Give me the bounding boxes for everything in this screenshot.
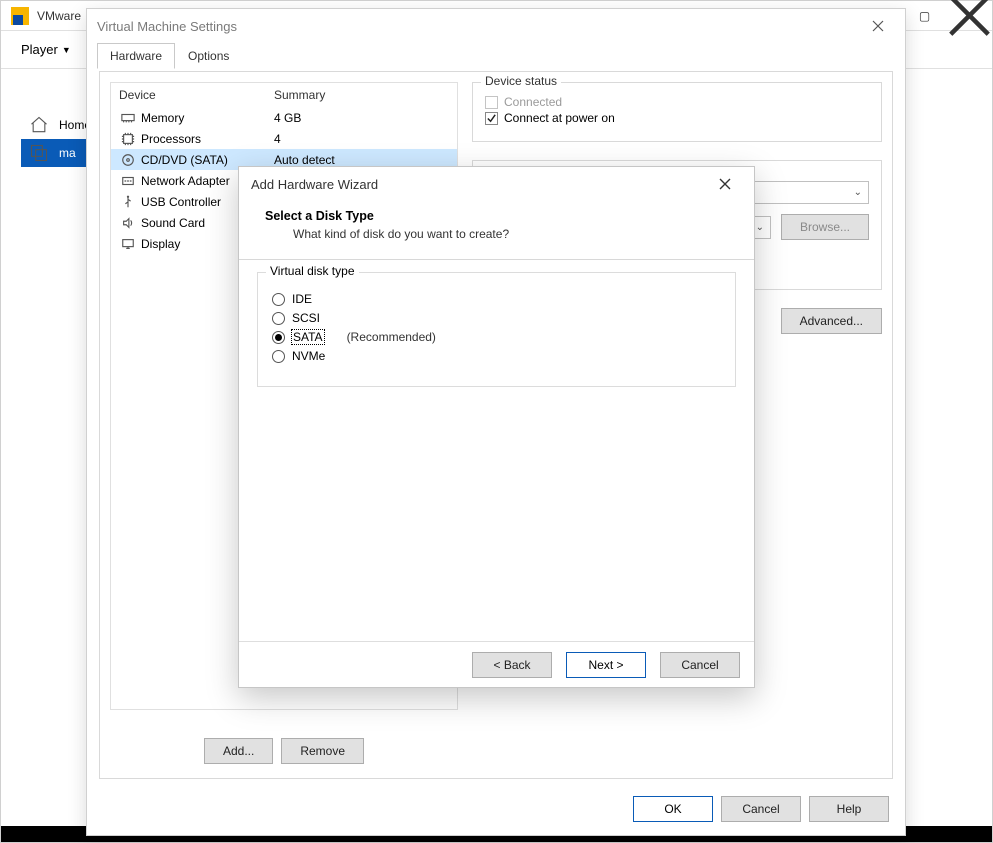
sidebar-item-label: ma (59, 146, 76, 160)
radio-label: SATA (292, 330, 324, 344)
wizard-close-button[interactable] (708, 172, 742, 196)
tab-options[interactable]: Options (175, 43, 242, 69)
display-icon (119, 237, 137, 251)
settings-footer: OK Cancel Help (87, 783, 905, 835)
hardware-buttons: Add... Remove (110, 738, 458, 764)
wizard-subheading: What kind of disk do you want to create? (265, 227, 734, 241)
radio-icon (272, 293, 285, 306)
wizard-footer: < Back Next > Cancel (239, 641, 754, 687)
memory-icon (119, 111, 137, 125)
radio-scsi[interactable]: SCSI (272, 311, 721, 325)
cpu-icon (119, 132, 137, 146)
wizard-heading: Select a Disk Type (265, 209, 734, 223)
device-name: Processors (141, 132, 274, 146)
back-button[interactable]: < Back (472, 652, 552, 678)
settings-close-button[interactable] (861, 12, 895, 40)
radio-label: SCSI (292, 311, 320, 325)
usb-icon (119, 195, 137, 209)
poweron-checkbox[interactable] (485, 112, 498, 125)
cd-icon (119, 153, 137, 167)
net-icon (119, 174, 137, 188)
col-summary: Summary (274, 88, 325, 102)
add-hardware-button[interactable]: Add... (204, 738, 273, 764)
disk-type-legend: Virtual disk type (266, 264, 359, 278)
settings-title: Virtual Machine Settings (97, 19, 237, 34)
wizard-title: Add Hardware Wizard (251, 177, 378, 192)
wizard-header: Select a Disk Type What kind of disk do … (239, 201, 754, 253)
chevron-down-icon: ⌄ (756, 222, 764, 233)
home-icon (27, 114, 51, 136)
hardware-list-header: Device Summary (111, 83, 457, 107)
device-status-group: Device status Connected Connect at power… (472, 82, 882, 142)
device-status-legend: Device status (481, 74, 561, 88)
remove-hardware-button[interactable]: Remove (281, 738, 364, 764)
device-summary: Auto detect (274, 153, 449, 167)
chevron-down-icon: ⌄ (854, 187, 862, 198)
sound-icon (119, 216, 137, 230)
player-menu-label: Player (21, 42, 58, 57)
advanced-button[interactable]: Advanced... (781, 308, 882, 334)
chevron-down-icon: ▼ (62, 45, 71, 55)
poweron-label: Connect at power on (504, 111, 615, 125)
app-title: VMware (37, 9, 81, 23)
maximize-button[interactable]: ▢ (902, 1, 947, 30)
wizard-body: Virtual disk type IDE SCSI SATA (Recomme… (239, 260, 754, 399)
disk-type-group: Virtual disk type IDE SCSI SATA (Recomme… (257, 272, 736, 387)
wizard-cancel-button[interactable]: Cancel (660, 652, 740, 678)
radio-label: IDE (292, 292, 312, 306)
player-menu-button[interactable]: Player ▼ (11, 36, 81, 63)
device-summary: 4 (274, 132, 449, 146)
hardware-row[interactable]: Processors4 (111, 128, 457, 149)
radio-label: NVMe (292, 349, 325, 363)
cancel-button[interactable]: Cancel (721, 796, 801, 822)
radio-icon (272, 312, 285, 325)
tab-hardware[interactable]: Hardware (97, 43, 175, 69)
connected-label: Connected (504, 95, 562, 109)
connected-checkbox (485, 96, 498, 109)
poweron-checkbox-row[interactable]: Connect at power on (485, 111, 869, 125)
col-device: Device (119, 88, 274, 102)
ok-button[interactable]: OK (633, 796, 713, 822)
hardware-row[interactable]: Memory4 GB (111, 107, 457, 128)
vm-icon (27, 142, 51, 164)
close-button[interactable] (947, 1, 992, 30)
help-button[interactable]: Help (809, 796, 889, 822)
radio-icon (272, 350, 285, 363)
device-name: CD/DVD (SATA) (141, 153, 274, 167)
settings-titlebar: Virtual Machine Settings (87, 9, 905, 43)
add-hardware-wizard: Add Hardware Wizard Select a Disk Type W… (238, 166, 755, 688)
wizard-titlebar: Add Hardware Wizard (239, 167, 754, 201)
browse-button: Browse... (781, 214, 869, 240)
connected-checkbox-row: Connected (485, 95, 869, 109)
radio-ide[interactable]: IDE (272, 292, 721, 306)
recommended-label: (Recommended) (347, 330, 436, 344)
settings-tabs: Hardware Options (97, 43, 905, 69)
radio-nvme[interactable]: NVMe (272, 349, 721, 363)
device-name: Memory (141, 111, 274, 125)
radio-icon (272, 331, 285, 344)
device-summary: 4 GB (274, 111, 449, 125)
radio-sata[interactable]: SATA (Recommended) (272, 330, 721, 344)
next-button[interactable]: Next > (566, 652, 646, 678)
vmware-icon (11, 7, 29, 25)
